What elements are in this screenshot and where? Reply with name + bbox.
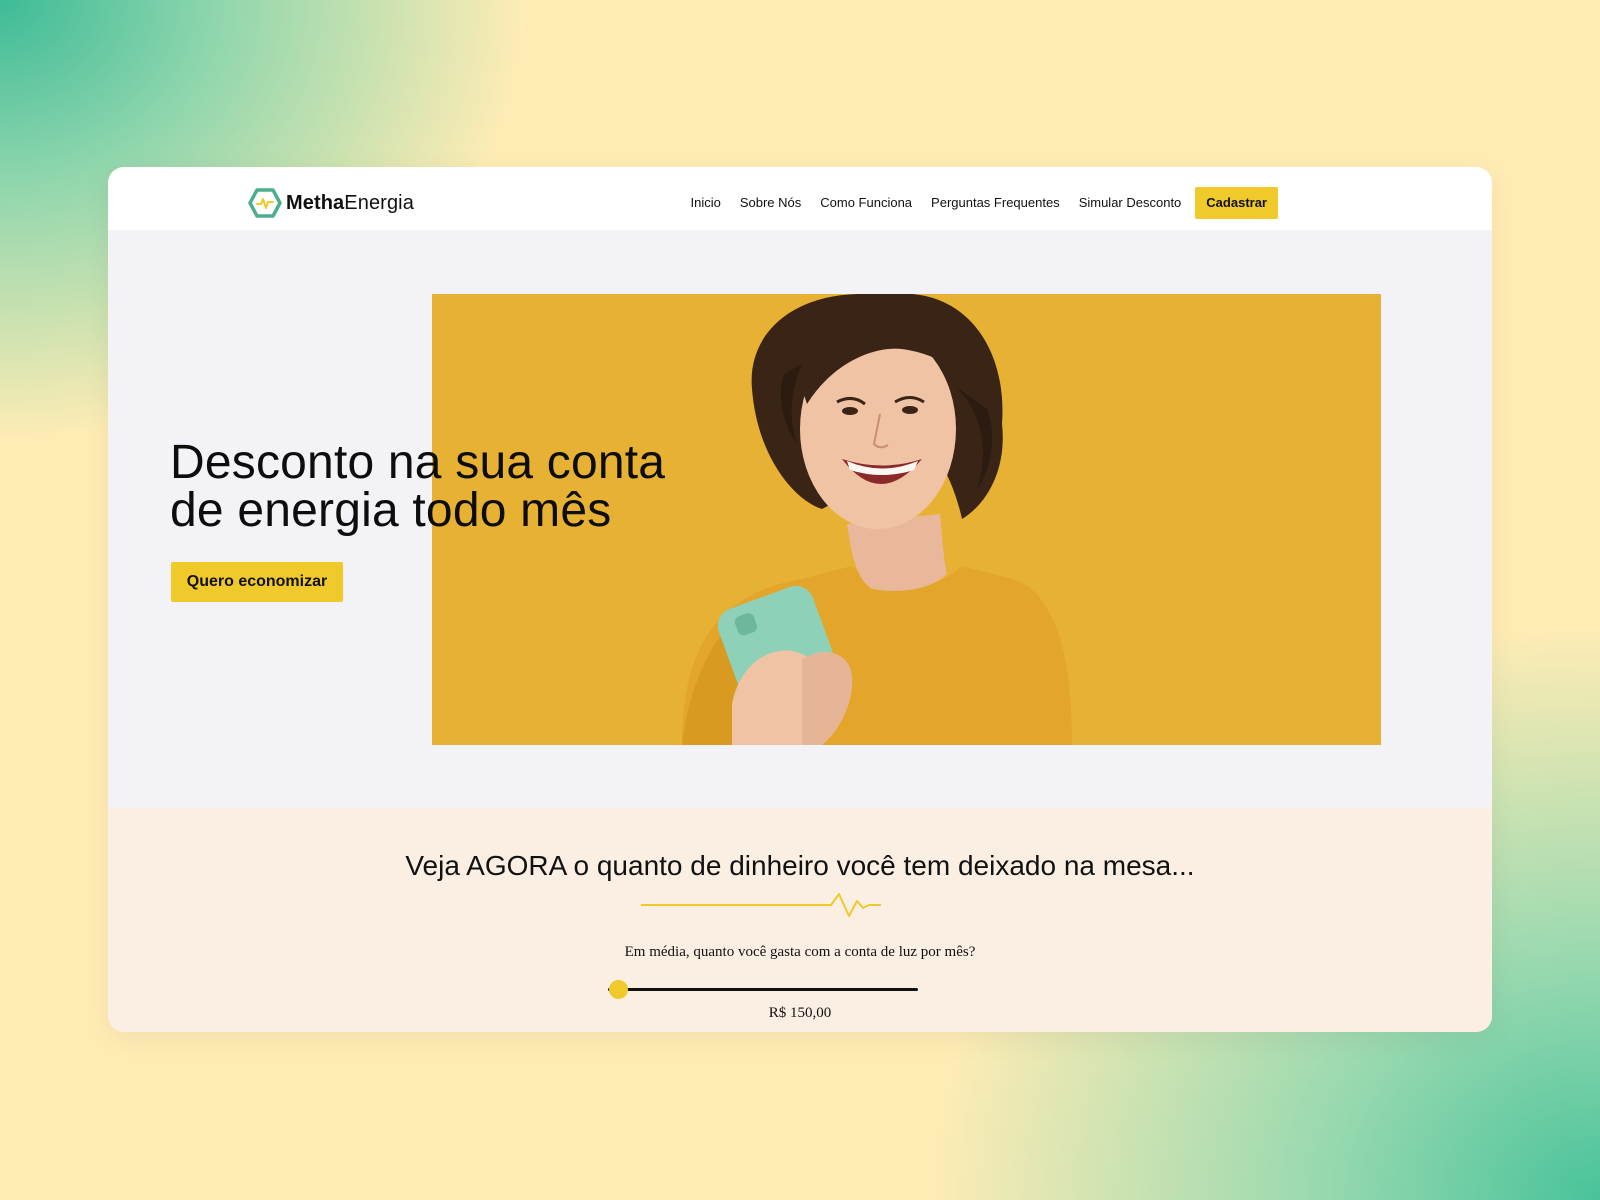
- simulator-question: Em média, quanto você gasta com a conta …: [624, 944, 976, 960]
- hero-title: Desconto na sua conta de energia todo mê…: [170, 439, 730, 535]
- hero-title-line-2: de energia todo mês: [170, 484, 612, 537]
- nav-link-como-funciona[interactable]: Como Funciona: [820, 187, 912, 219]
- bill-amount-slider-thumb[interactable]: [608, 980, 628, 999]
- nav-link-perguntas-frequentes[interactable]: Perguntas Frequentes: [931, 187, 1060, 219]
- nav-link-simular-desconto[interactable]: Simular Desconto: [1079, 187, 1182, 219]
- nav-link-inicio[interactable]: Inicio: [690, 187, 720, 219]
- nav-link-sobre-nos[interactable]: Sobre Nós: [740, 187, 801, 219]
- hero-title-line-1: Desconto na sua conta: [170, 436, 666, 489]
- discount-simulator: Veja AGORA o quanto de dinheiro você tem…: [108, 808, 1492, 1032]
- register-button[interactable]: Cadastrar: [1195, 187, 1278, 219]
- save-money-button[interactable]: Quero economizar: [171, 562, 343, 602]
- bill-amount-slider-track[interactable]: [608, 988, 918, 991]
- simulator-title: Veja AGORA o quanto de dinheiro você tem…: [405, 850, 1195, 881]
- browser-window: MethaEnergia Inicio Sobre Nós Como Funci…: [108, 167, 1492, 1032]
- main-nav: Inicio Sobre Nós Como Funciona Perguntas…: [671, 187, 1278, 219]
- logo[interactable]: MethaEnergia: [248, 187, 414, 219]
- brand-name: MethaEnergia: [286, 191, 414, 214]
- bill-amount-value: R$ 150,00: [768, 1005, 832, 1021]
- pulse-divider-icon: [641, 893, 881, 917]
- navbar: MethaEnergia Inicio Sobre Nós Como Funci…: [108, 167, 1492, 230]
- hexagon-pulse-logo-icon: [248, 188, 282, 218]
